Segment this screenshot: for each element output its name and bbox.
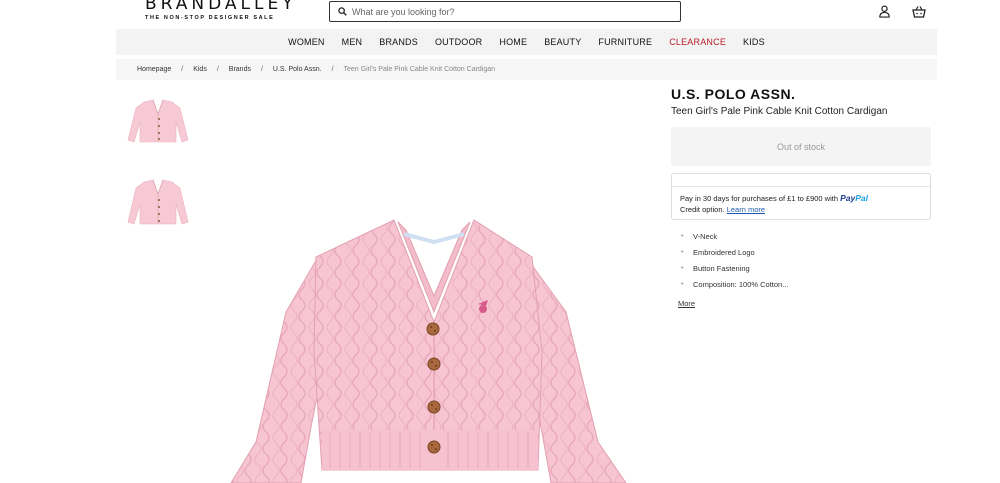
basket-icon[interactable] [912,5,926,18]
breadcrumb-brand[interactable]: U.S. Polo Assn. [273,66,322,73]
nav-item-women[interactable]: WOMEN [280,37,334,47]
breadcrumb-brands[interactable]: Brands [229,66,251,73]
account-icon[interactable] [878,5,891,18]
breadcrumb-homepage[interactable]: Homepage [137,66,171,73]
breadcrumb-separator: / [216,66,219,73]
product-features: V-Neck Embroidered Logo Button Fastening… [671,229,931,293]
logo-wordmark: BRANDALLEY [145,0,297,14]
search-input[interactable] [352,6,680,17]
learn-more-link[interactable]: Learn more [727,205,765,214]
breadcrumb-separator: / [331,66,334,73]
product-info: U.S. POLO ASSN. Teen Girl's Pale Pink Ca… [671,86,931,311]
product-main-image[interactable] [226,212,634,483]
feature-item: V-Neck [681,229,931,245]
product-title: Teen Girl's Pale Pink Cable Knit Cotton … [671,106,888,117]
breadcrumb-separator: / [260,66,263,73]
paypal-credit-box: Pay in 30 days for purchases of £1 to £9… [671,173,931,220]
paypal-logo-part2: Pal [855,193,868,203]
nav-item-clearance[interactable]: CLEARANCE [661,37,735,47]
breadcrumb: Homepage / Kids / Brands / U.S. Polo Ass… [116,59,937,80]
nav-item-kids[interactable]: KIDS [735,37,774,47]
paypal-logo-part1: Pay [840,193,856,203]
paypal-logo: PayPal [840,193,868,203]
paypal-text-line1: Pay in 30 days for purchases of £1 to £9… [680,194,839,203]
nav-item-brands[interactable]: BRANDS [371,37,427,47]
site-header: BRANDALLEY THE NON-STOP DESIGNER SALE [0,0,1000,28]
breadcrumb-kids[interactable]: Kids [193,66,207,73]
product-thumbnail-2[interactable] [122,176,194,232]
product-thumbnail-1[interactable] [122,96,194,152]
breadcrumb-current-product: Teen Girl's Pale Pink Cable Knit Cotton … [343,66,496,73]
feature-item: Embroidered Logo [681,245,931,261]
nav-item-beauty[interactable]: BEAUTY [536,37,590,47]
brandalley-logo[interactable]: BRANDALLEY THE NON-STOP DESIGNER SALE [145,0,295,21]
search-icon [338,7,347,16]
product-brand[interactable]: U.S. POLO ASSN. [671,86,931,102]
breadcrumb-separator: / [181,66,184,73]
more-details-link[interactable]: More [678,299,695,308]
nav-item-furniture[interactable]: FURNITURE [590,37,661,47]
divider [672,186,930,187]
nav-item-men[interactable]: MEN [333,37,371,47]
main-nav: WOMEN MEN BRANDS OUTDOOR HOME BEAUTY FUR… [116,29,937,55]
paypal-text-line2: Credit option. [680,205,725,214]
search-bar[interactable] [329,1,681,22]
nav-item-home[interactable]: HOME [491,37,536,47]
feature-item: Composition: 100% Cotton... [681,277,931,293]
logo-tagline: THE NON-STOP DESIGNER SALE [145,15,275,21]
feature-item: Button Fastening [681,261,931,277]
nav-item-outdoor[interactable]: OUTDOOR [426,37,490,47]
paypal-credit-text: Pay in 30 days for purchases of £1 to £9… [680,193,868,215]
out-of-stock-button[interactable]: Out of stock [671,127,931,166]
